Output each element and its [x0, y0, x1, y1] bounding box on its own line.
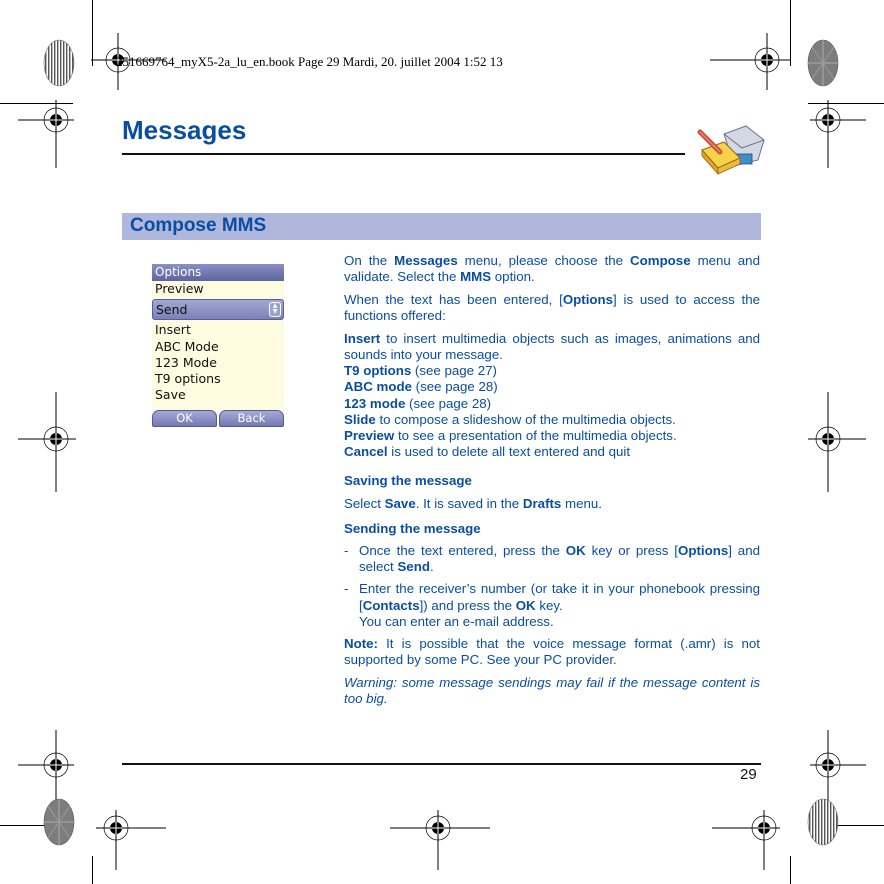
function-term: Cancel	[344, 444, 388, 460]
note-label: Note:	[344, 636, 378, 652]
note-paragraph: Note: It is possible that the voice mess…	[344, 636, 760, 668]
function-term: ABC mode	[344, 379, 412, 395]
function-term: Slide	[344, 411, 376, 427]
step-text: Once the text entered, press the OK key …	[359, 543, 760, 575]
text: key.	[535, 597, 563, 613]
phone-softkey-ok: OK	[152, 410, 217, 427]
menu-name: Compose	[630, 253, 691, 268]
registration-target-icon	[18, 392, 76, 492]
key-name: Options	[678, 543, 729, 559]
list-dash: -	[344, 581, 349, 597]
function-term: T9 options	[344, 363, 412, 379]
starburst-calibration-icon	[43, 798, 75, 846]
section-title: Compose MMS	[130, 215, 267, 236]
starburst-calibration-icon	[43, 39, 75, 87]
text: You can enter an e-mail address.	[359, 613, 554, 629]
starburst-calibration-icon	[807, 798, 839, 846]
step-text: Enter the receiver’s number (or take it …	[359, 581, 760, 630]
intro-paragraph: On the Messages menu, please choose the …	[344, 253, 760, 285]
text: ]) and press the	[419, 597, 516, 613]
text: option.	[491, 269, 535, 285]
function-desc: to insert multimedia objects such as ima…	[344, 330, 760, 363]
phone-menu-item: 123 Mode	[155, 354, 217, 370]
function-term: Insert	[344, 330, 381, 346]
list-dash: -	[344, 543, 349, 559]
up-down-arrows-icon: ▲ ▼	[269, 302, 281, 318]
text: key or press [	[585, 543, 678, 559]
text: .	[429, 559, 434, 575]
function-item: Cancel is used to delete all text entere…	[344, 444, 760, 460]
text: Select	[344, 495, 385, 511]
text: menu, please choose the	[457, 253, 631, 268]
text: On the	[344, 253, 395, 268]
body-content: On the Messages menu, please choose the …	[344, 253, 760, 714]
key-name: OK	[565, 543, 586, 559]
text: . It is saved in the	[415, 495, 523, 511]
registration-target-icon	[18, 100, 74, 168]
sending-heading: Sending the message	[344, 520, 481, 536]
text: Once the text entered, press the	[359, 543, 566, 559]
section-header: Compose MMS	[122, 213, 761, 240]
phone-menu-item: Insert	[155, 322, 191, 338]
registration-target-icon	[810, 100, 866, 168]
text: menu.	[561, 495, 602, 511]
footer-divider	[122, 763, 761, 765]
function-item: Insert to insert multimedia objects such…	[344, 331, 760, 363]
function-desc: to see a presentation of the multimedia …	[394, 428, 677, 444]
page-number: 29	[740, 766, 757, 783]
saving-heading: Saving the message	[344, 473, 472, 489]
function-item: Slide to compose a slideshow of the mult…	[344, 412, 760, 428]
key-name: Contacts	[362, 597, 420, 613]
note-text: It is possible that the voice message fo…	[344, 636, 760, 668]
title-divider	[122, 153, 685, 155]
registration-target-icon	[390, 810, 490, 870]
options-paragraph: When the text has been entered, [Options…	[344, 292, 760, 324]
function-item: Preview to see a presentation of the mul…	[344, 428, 760, 444]
function-item: T9 options (see page 27)	[344, 363, 760, 379]
phone-menu-item: Preview	[155, 281, 204, 296]
print-header: 251669764_myX5-2a_lu_en.book Page 29 Mar…	[116, 54, 503, 69]
warning-paragraph: Warning: some message sendings may fail …	[344, 674, 760, 707]
sending-step: - Enter the receiver’s number (or take i…	[344, 581, 760, 630]
phone-menu-item-selected: Send ▲ ▼	[152, 299, 284, 321]
saving-paragraph: Select Save. It is saved in the Drafts m…	[344, 496, 760, 512]
page-title: Messages	[122, 115, 247, 145]
phone-menu-item: T9 options	[155, 371, 221, 387]
text: When the text has been entered, [	[344, 291, 563, 307]
phone-menu-item-label: Send	[156, 302, 188, 318]
key-name: OK	[515, 597, 536, 613]
menu-name: Send	[397, 559, 430, 575]
function-item: 123 mode (see page 28)	[344, 396, 760, 412]
crop-line	[790, 0, 791, 66]
function-term: 123 mode	[344, 395, 406, 411]
phone-softkeys: OK Back	[152, 410, 284, 427]
registration-target-icon	[710, 33, 790, 90]
key-name: Options	[562, 291, 614, 307]
function-list: Insert to insert multimedia objects such…	[344, 331, 760, 461]
menu-name: Save	[384, 495, 416, 511]
function-desc: is used to delete all text entered and q…	[387, 444, 631, 460]
phone-softkey-back: Back	[219, 410, 284, 427]
function-desc: (see page 27)	[411, 363, 497, 379]
menu-name: Messages	[394, 253, 458, 268]
registration-target-icon	[808, 392, 866, 492]
function-item: ABC mode (see page 28)	[344, 379, 760, 395]
messages-envelope-pencil-icon	[697, 125, 765, 176]
phone-options-header: Options	[152, 264, 284, 281]
registration-target-icon	[712, 810, 780, 870]
phone-menu-item: ABC Mode	[155, 338, 219, 354]
sending-step: - Once the text entered, press the OK ke…	[344, 543, 760, 575]
phone-screen-illustration: Options Preview Send ▲ ▼ Insert ABC Mode …	[152, 264, 284, 427]
crop-line	[92, 856, 93, 884]
function-desc: to compose a slideshow of the multimedia…	[375, 411, 676, 427]
starburst-calibration-icon	[807, 39, 839, 87]
menu-name: MMS	[460, 269, 492, 285]
function-desc: (see page 28)	[405, 395, 492, 411]
phone-menu-item: Save	[155, 387, 186, 403]
function-desc: (see page 28)	[411, 379, 498, 395]
registration-target-icon	[96, 810, 166, 870]
function-term: Preview	[344, 428, 395, 444]
menu-name: Drafts	[522, 495, 562, 511]
